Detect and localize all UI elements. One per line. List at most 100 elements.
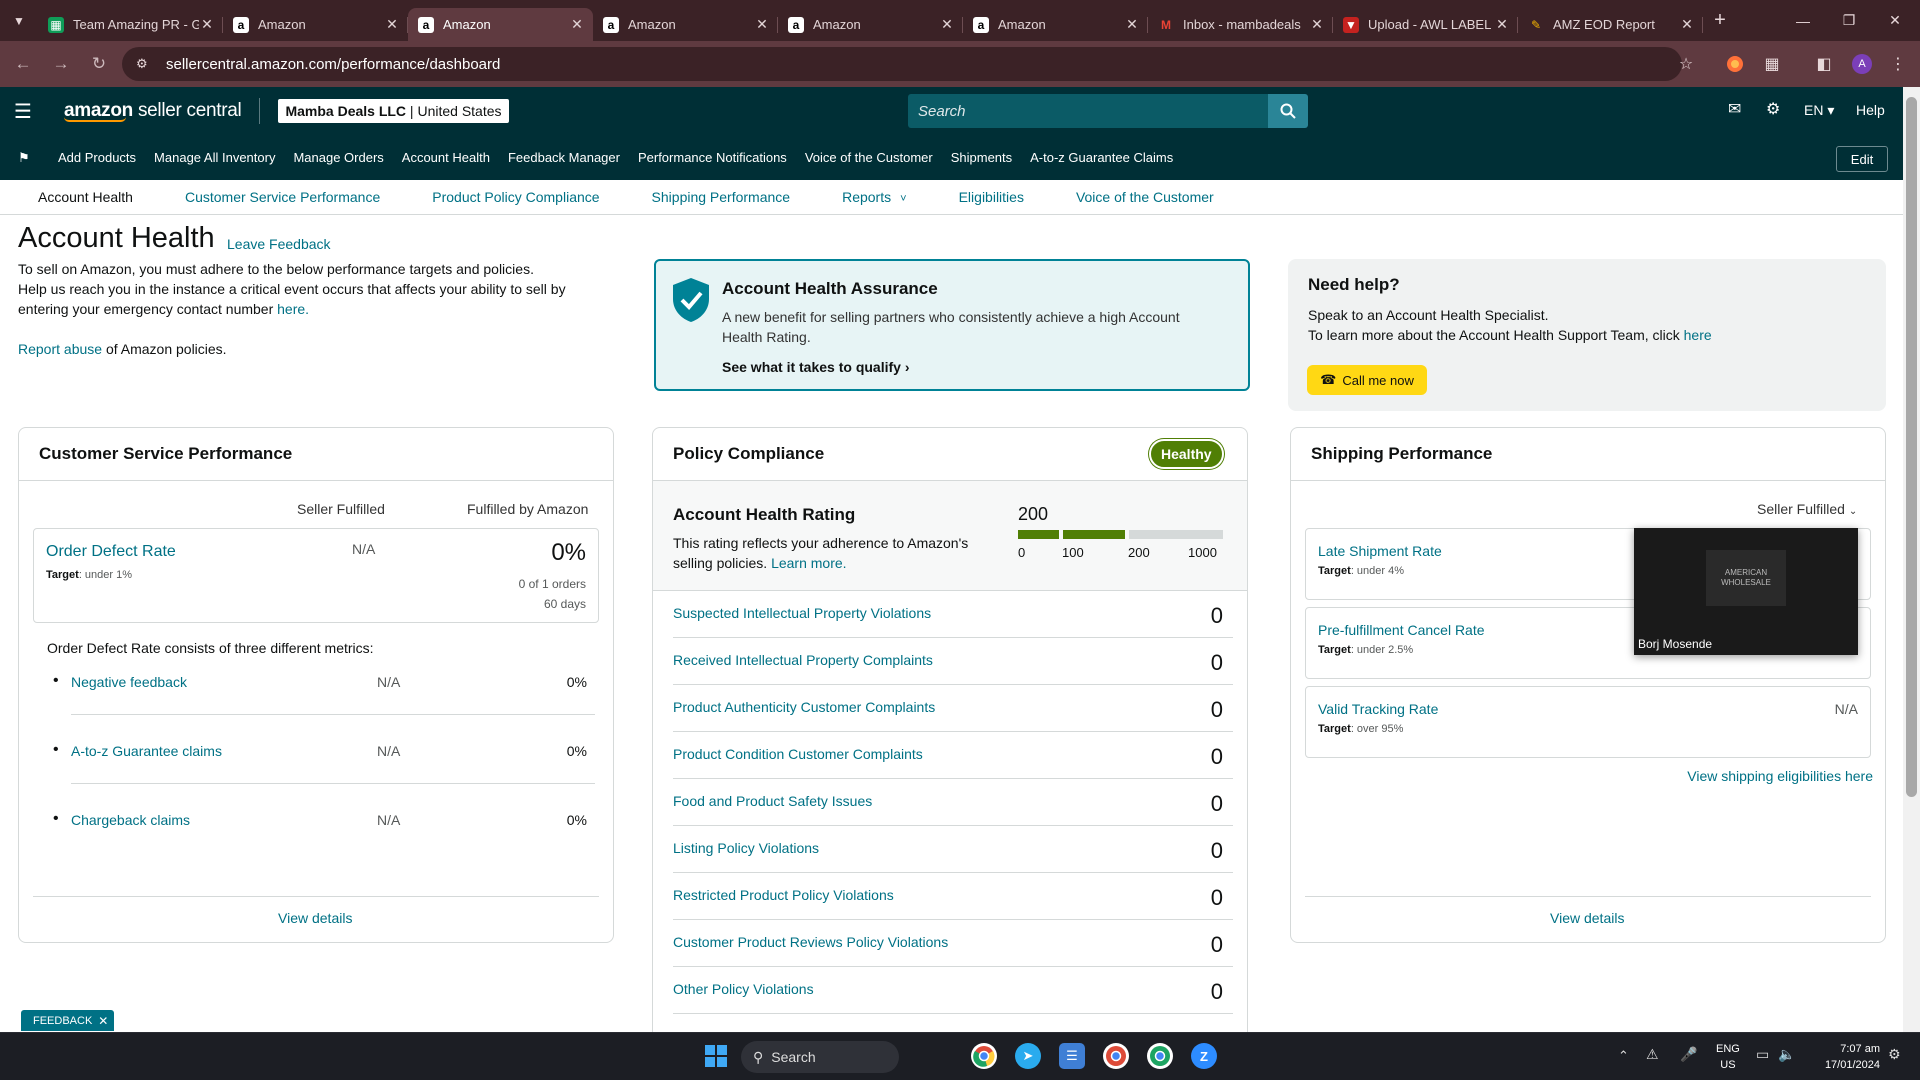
shipping-eligibilities-link[interactable]: View shipping eligibilities here <box>1687 768 1873 784</box>
hamburger-menu-icon[interactable]: ☰ <box>0 99 46 124</box>
subnav-item[interactable]: Product Policy Compliance <box>432 189 599 205</box>
odr-metric-link[interactable]: A-to-z Guarantee claims <box>71 743 222 759</box>
extensions-puzzle-icon[interactable]: ▦ <box>1760 52 1784 76</box>
taskbar-search[interactable]: ⚲ Search <box>741 1041 899 1073</box>
minimize-icon[interactable]: — <box>1780 0 1826 41</box>
forward-icon[interactable]: → <box>46 54 76 74</box>
feedback-tab[interactable]: FEEDBACK ✕ <box>21 1010 115 1031</box>
search-input[interactable]: Search <box>908 94 1268 128</box>
order-defect-rate-link[interactable]: Order Defect Rate <box>46 543 176 561</box>
policy-row-link[interactable]: Customer Product Reviews Policy Violatio… <box>673 934 948 950</box>
seller-central-logo[interactable]: amazon seller central <box>64 100 242 122</box>
nav-item[interactable]: A-to-z Guarantee Claims <box>1030 150 1173 165</box>
policy-row-link[interactable]: Product Authenticity Customer Complaints <box>673 699 935 715</box>
telegram-icon[interactable]: ➤ <box>1015 1043 1041 1069</box>
report-abuse-link[interactable]: Report abuse <box>18 341 102 357</box>
notifications-icon[interactable]: ⚙ <box>1888 1046 1901 1063</box>
back-icon[interactable]: ← <box>8 54 38 74</box>
video-call-overlay[interactable]: AMERICAN WHOLESALE Borj Mosende <box>1634 528 1858 655</box>
tray-chevron-icon[interactable]: ⌃ <box>1618 1048 1629 1064</box>
subnav-item[interactable]: Reports ˅ <box>842 189 907 205</box>
side-panel-icon[interactable]: ◧ <box>1812 52 1836 76</box>
microphone-icon[interactable]: 🎤 <box>1680 1046 1697 1063</box>
nav-item[interactable]: Add Products <box>58 150 136 165</box>
tab-close-icon[interactable]: ✕ <box>1679 16 1695 33</box>
subnav-item[interactable]: Voice of the Customer <box>1076 189 1214 205</box>
policy-row-link[interactable]: Listing Policy Violations <box>673 840 819 856</box>
odr-metric-link[interactable]: Chargeback claims <box>71 812 190 828</box>
support-team-link[interactable]: here <box>1684 327 1712 343</box>
shipping-filter-dropdown[interactable]: Seller Fulfilled ⌄ <box>1757 501 1857 517</box>
browser-tab[interactable]: ▦ Team Amazing PR - G ✕ <box>38 8 223 41</box>
display-icon[interactable]: ▭ <box>1756 1046 1769 1063</box>
tab-close-icon[interactable]: ✕ <box>384 16 400 33</box>
nav-item[interactable]: Manage All Inventory <box>154 150 275 165</box>
policy-row-link[interactable]: Received Intellectual Property Complaint… <box>673 652 933 668</box>
volume-icon[interactable]: 🔈 <box>1778 1046 1795 1063</box>
qualify-link[interactable]: See what it takes to qualify › <box>722 359 910 375</box>
browser-tab[interactable]: a Amazon ✕ <box>408 8 593 41</box>
network-off-icon[interactable]: ⚠ <box>1646 1046 1659 1063</box>
chrome-profile-icon[interactable] <box>1103 1043 1129 1069</box>
windows-start-icon[interactable] <box>703 1043 729 1069</box>
browser-tab[interactable]: M Inbox - mambadeals ✕ <box>1148 8 1333 41</box>
tab-close-icon[interactable]: ✕ <box>1124 16 1140 33</box>
nav-item[interactable]: Performance Notifications <box>638 150 787 165</box>
policy-row-link[interactable]: Restricted Product Policy Violations <box>673 887 894 903</box>
browser-tab[interactable]: ▼ Upload - AWL LABEL ✕ <box>1333 8 1518 41</box>
shipping-metric-link[interactable]: Late Shipment Rate <box>1318 543 1442 559</box>
leave-feedback-link[interactable]: Leave Feedback <box>227 236 331 252</box>
policy-row-link[interactable]: Other Policy Violations <box>673 981 814 997</box>
reload-icon[interactable]: ↻ <box>84 54 114 74</box>
nav-item[interactable]: Feedback Manager <box>508 150 620 165</box>
browser-tab[interactable]: a Amazon ✕ <box>778 8 963 41</box>
shipping-metric-link[interactable]: Valid Tracking Rate <box>1318 701 1438 717</box>
tab-close-icon[interactable]: ✕ <box>754 16 770 33</box>
language-selector[interactable]: EN ▾ <box>1804 102 1834 119</box>
bookmark-icon[interactable]: ⚑ <box>0 150 48 166</box>
settings-gear-icon[interactable]: ⚙ <box>1766 99 1780 119</box>
policy-row-link[interactable]: Product Condition Customer Complaints <box>673 746 923 762</box>
nav-item[interactable]: Shipments <box>951 150 1012 165</box>
subnav-item[interactable]: Eligibilities <box>959 189 1024 205</box>
nav-item[interactable]: Manage Orders <box>293 150 383 165</box>
tab-close-icon[interactable]: ✕ <box>1309 16 1325 33</box>
browser-tab[interactable]: a Amazon ✕ <box>223 8 408 41</box>
nav-item[interactable]: Voice of the Customer <box>805 150 933 165</box>
page-scrollbar[interactable] <box>1903 87 1920 1032</box>
browser-tab[interactable]: a Amazon ✕ <box>963 8 1148 41</box>
tab-close-icon[interactable]: ✕ <box>939 16 955 33</box>
new-tab-button[interactable]: + <box>1703 9 1737 32</box>
learn-more-link[interactable]: Learn more. <box>771 555 846 571</box>
browser-menu-icon[interactable]: ⋮ <box>1886 52 1910 76</box>
close-window-icon[interactable]: ✕ <box>1872 0 1918 41</box>
search-button[interactable] <box>1268 94 1308 128</box>
bookmark-star-icon[interactable]: ☆ <box>1674 52 1698 76</box>
input-language[interactable]: ENG US <box>1716 1041 1740 1073</box>
edit-nav-button[interactable]: Edit <box>1836 146 1888 172</box>
odr-metric-link[interactable]: Negative feedback <box>71 674 187 690</box>
url-bar[interactable]: ⚙ sellercentral.amazon.com/performance/d… <box>122 47 1682 81</box>
csp-view-details-link[interactable]: View details <box>278 910 352 926</box>
tab-close-icon[interactable]: ✕ <box>199 16 215 33</box>
policy-row-link[interactable]: Suspected Intellectual Property Violatio… <box>673 605 931 621</box>
site-info-icon[interactable]: ⚙ <box>136 56 154 72</box>
chrome-profile-2-icon[interactable] <box>1147 1043 1173 1069</box>
subnav-item[interactable]: Shipping Performance <box>652 189 791 205</box>
emergency-contact-link[interactable]: here. <box>277 301 309 317</box>
nav-item[interactable]: Account Health <box>402 150 490 165</box>
tab-close-icon[interactable]: ✕ <box>1494 16 1510 33</box>
shipping-view-details-link[interactable]: View details <box>1550 910 1624 926</box>
chrome-icon[interactable] <box>971 1043 997 1069</box>
zoom-icon[interactable]: Z <box>1191 1043 1217 1069</box>
shipping-metric-link[interactable]: Pre-fulfillment Cancel Rate <box>1318 622 1485 638</box>
policy-row-link[interactable]: Food and Product Safety Issues <box>673 793 872 809</box>
tab-search-dropdown-icon[interactable]: ▼ <box>0 0 38 41</box>
restore-icon[interactable]: ❐ <box>1826 0 1872 41</box>
subnav-item[interactable]: Customer Service Performance <box>185 189 380 205</box>
tab-close-icon[interactable]: ✕ <box>569 16 585 33</box>
browser-tab[interactable]: a Amazon ✕ <box>593 8 778 41</box>
extension-firefox-icon[interactable] <box>1723 52 1747 76</box>
merchant-selector[interactable]: Mamba Deals LLC | United States <box>278 99 509 123</box>
profile-avatar[interactable]: A <box>1850 52 1874 76</box>
